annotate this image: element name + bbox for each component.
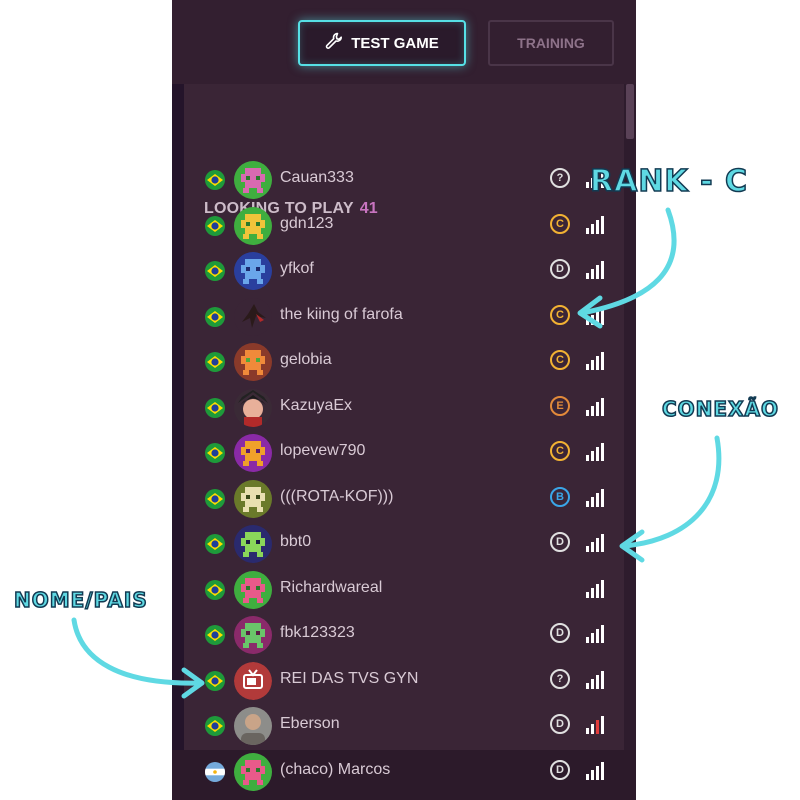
player-row[interactable]: (chaco) Marcos D (184, 750, 624, 794)
brazil-flag-icon (205, 215, 225, 236)
connection-signal-icon (586, 214, 604, 234)
avatar[interactable] (234, 616, 272, 654)
connection-signal-icon (586, 623, 604, 643)
rank-badge: D (550, 623, 570, 643)
connection-signal-icon (586, 578, 604, 598)
player-name[interactable]: (((ROTA-KOF))) (280, 488, 393, 506)
player-row[interactable]: yfkof D (184, 249, 624, 293)
player-row[interactable]: KazuyaEx E (184, 386, 624, 430)
avatar[interactable] (234, 434, 272, 472)
player-row[interactable]: gelobia C (184, 340, 624, 384)
connection-signal-icon (586, 487, 604, 507)
avatar[interactable] (234, 388, 272, 427)
avatar[interactable] (234, 752, 272, 791)
rank-badge: E (550, 395, 570, 416)
annotation-name-country: NOME/PAIS (13, 587, 148, 613)
brazil-flag-icon (205, 488, 225, 509)
connection-signal-icon (586, 714, 604, 734)
player-name[interactable]: Richardwareal (280, 579, 382, 597)
player-name[interactable]: bbt0 (280, 533, 311, 551)
player-name[interactable]: REI DAS TVS GYN (280, 670, 418, 688)
avatar[interactable] (234, 206, 272, 245)
player-name[interactable]: gelobia (280, 351, 332, 369)
connection-signal-icon (586, 532, 604, 552)
rank-badge: D (550, 259, 570, 279)
avatar[interactable] (234, 479, 272, 518)
brazil-flag-icon (205, 670, 225, 691)
rank-badge: ? (550, 168, 570, 188)
test-game-button[interactable]: TEST GAME (298, 20, 466, 66)
brazil-flag-icon (205, 716, 225, 736)
player-name[interactable]: Eberson (280, 715, 340, 733)
player-name[interactable]: Cauan333 (280, 169, 354, 187)
annotation-rank: RANK - C (589, 163, 749, 200)
connection-signal-icon (586, 350, 604, 370)
connection-signal-icon (586, 259, 604, 279)
rank-badge: C (550, 441, 570, 461)
argentina-flag-icon (205, 761, 225, 782)
brazil-flag-icon (205, 443, 225, 463)
avatar[interactable] (234, 343, 272, 381)
player-name[interactable]: fbk123323 (280, 624, 355, 642)
annotation-connection: CONEXÃO (661, 396, 779, 422)
player-row[interactable]: Eberson D (184, 704, 624, 748)
rank-badge: D (550, 759, 570, 780)
test-game-label: TEST GAME (351, 34, 439, 52)
avatar[interactable] (234, 661, 272, 700)
rank-badge: B (550, 486, 570, 507)
connection-signal-icon (586, 760, 604, 780)
left-edge (172, 84, 184, 750)
avatar[interactable] (234, 297, 272, 336)
connection-arrow (621, 435, 722, 549)
connection-signal-icon (586, 305, 604, 325)
avatar[interactable] (234, 252, 272, 290)
player-name[interactable]: yfkof (280, 260, 314, 278)
player-row[interactable]: (((ROTA-KOF))) B (184, 477, 624, 521)
player-list: LOOKING TO PLAY 41 Cauan333? gdn123 Cyfkof D… (184, 84, 624, 791)
player-name[interactable]: gdn123 (280, 215, 333, 233)
rank-badge: C (550, 213, 570, 234)
avatar[interactable] (234, 707, 272, 745)
rank-badge: C (550, 350, 570, 370)
brazil-flag-icon (205, 534, 225, 554)
player-row[interactable]: bbt0 D (184, 522, 624, 566)
rank-badge: C (550, 304, 570, 325)
brazil-flag-icon (205, 261, 225, 281)
player-name[interactable]: lopevew790 (280, 442, 365, 460)
player-row[interactable]: the kiing of farofa C (184, 295, 624, 339)
player-row[interactable]: Cauan333? (184, 158, 624, 202)
player-name[interactable]: (chaco) Marcos (280, 761, 390, 779)
training-button[interactable]: TRAINING (488, 20, 614, 66)
top-bar: TEST GAME TRAINING (172, 0, 636, 86)
connection-signal-icon (586, 441, 604, 461)
brazil-flag-icon (205, 625, 225, 645)
connection-signal-icon (586, 396, 604, 416)
wrench-icon (325, 32, 343, 54)
rank-badge: D (550, 714, 570, 734)
brazil-flag-icon (205, 352, 225, 372)
avatar[interactable] (234, 525, 272, 563)
brazil-flag-icon (205, 397, 225, 418)
player-row[interactable]: fbk123323 D (184, 613, 624, 657)
scrollbar-thumb[interactable] (626, 84, 634, 139)
brazil-flag-icon (205, 579, 225, 600)
player-name[interactable]: the kiing of farofa (280, 306, 403, 324)
rank-badge: D (550, 532, 570, 552)
avatar[interactable] (234, 570, 272, 609)
player-row[interactable]: REI DAS TVS GYN? (184, 659, 624, 703)
matchmaking-panel: TEST GAME TRAINING LOOKING TO PLAY 41 Cau… (172, 0, 636, 800)
brazil-flag-icon (205, 170, 225, 190)
player-row[interactable]: gdn123 C (184, 204, 624, 248)
player-row[interactable]: Richardwareal (184, 568, 624, 612)
player-name[interactable]: KazuyaEx (280, 397, 352, 415)
rank-badge: ? (550, 668, 570, 689)
brazil-flag-icon (205, 306, 225, 327)
training-label: TRAINING (517, 35, 585, 51)
connection-signal-icon (586, 669, 604, 689)
avatar[interactable] (234, 161, 272, 199)
player-row[interactable]: lopevew790 C (184, 431, 624, 475)
